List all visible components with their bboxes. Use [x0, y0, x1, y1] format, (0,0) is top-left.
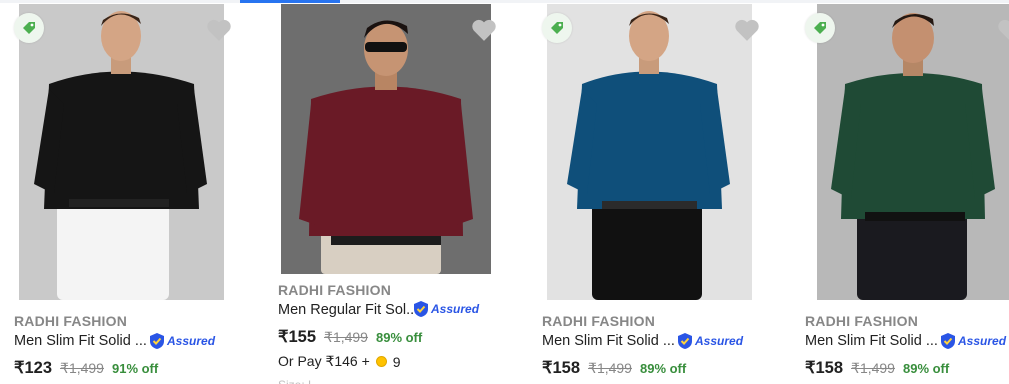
- selling-price: ₹158: [805, 359, 844, 377]
- discount-label: 89% off: [639, 361, 687, 376]
- product-title[interactable]: Men Slim Fit Solid ...: [805, 333, 938, 349]
- supercoin-icon: [375, 356, 387, 367]
- product-brand: RADHI FASHION: [805, 313, 919, 329]
- price-tag-icon: [542, 13, 572, 43]
- price-row: ₹158 ₹1,499 89% off: [805, 358, 949, 378]
- product-brand: RADHI FASHION: [278, 282, 392, 298]
- product-image[interactable]: [817, 4, 1009, 300]
- size-info: Size: L: [278, 378, 315, 384]
- product-title[interactable]: Men Regular Fit Sol...: [278, 302, 418, 318]
- model-photo: [19, 4, 224, 300]
- heart-icon[interactable]: [471, 18, 497, 42]
- assured-badge: Assured: [149, 332, 215, 350]
- selling-price: ₹158: [542, 359, 581, 377]
- product-title[interactable]: Men Slim Fit Solid ...: [542, 333, 675, 349]
- heart-icon[interactable]: [734, 18, 760, 42]
- discount-label: 91% off: [111, 361, 159, 376]
- product-image[interactable]: [19, 4, 224, 300]
- heart-icon[interactable]: [997, 18, 1009, 42]
- shield-icon: [941, 333, 955, 349]
- model-photo: [547, 4, 752, 300]
- supercoin-offer: Or Pay ₹146 + 9: [278, 353, 401, 370]
- model-photo: [281, 4, 491, 274]
- shield-icon: [678, 333, 692, 349]
- assured-label: Assured: [958, 334, 1007, 348]
- original-price: ₹1,499: [60, 360, 104, 376]
- selling-price: ₹123: [14, 359, 53, 377]
- product-brand: RADHI FASHION: [14, 313, 128, 329]
- original-price: ₹1,499: [851, 360, 895, 376]
- assured-badge: Assured: [413, 300, 479, 318]
- coin-count: 9: [392, 353, 401, 370]
- assured-badge: Assured: [940, 332, 1006, 350]
- selling-price: ₹155: [278, 328, 317, 346]
- pay-prefix: Or Pay ₹146 +: [278, 353, 370, 369]
- price-row: ₹123 ₹1,499 91% off: [14, 358, 158, 378]
- price-row: ₹155 ₹1,499 89% off: [278, 327, 422, 347]
- assured-label: Assured: [431, 302, 480, 316]
- product-card[interactable]: RADHI FASHION Men Slim Fit Solid ... Ass…: [528, 0, 778, 384]
- original-price: ₹1,499: [324, 329, 368, 345]
- assured-badge: Assured: [677, 332, 743, 350]
- discount-label: 89% off: [375, 330, 423, 345]
- shield-icon: [150, 333, 164, 349]
- model-photo: [817, 4, 1009, 300]
- product-image[interactable]: [547, 4, 752, 300]
- price-row: ₹158 ₹1,499 89% off: [542, 358, 686, 378]
- discount-label: 89% off: [902, 361, 950, 376]
- assured-label: Assured: [695, 334, 744, 348]
- original-price: ₹1,499: [588, 360, 632, 376]
- product-card[interactable]: RADHI FASHION Men Slim Fit Solid ... Ass…: [791, 0, 1009, 384]
- product-card[interactable]: RADHI FASHION Men Regular Fit Sol... Ass…: [265, 0, 515, 384]
- product-image[interactable]: [281, 4, 491, 274]
- product-title[interactable]: Men Slim Fit Solid ...: [14, 333, 147, 349]
- heart-icon[interactable]: [206, 18, 232, 42]
- product-brand: RADHI FASHION: [542, 313, 656, 329]
- product-card[interactable]: RADHI FASHION Men Slim Fit Solid ... Ass…: [0, 0, 250, 384]
- shield-icon: [414, 301, 428, 317]
- price-tag-icon: [805, 13, 835, 43]
- price-tag-icon: [14, 13, 44, 43]
- assured-label: Assured: [167, 334, 216, 348]
